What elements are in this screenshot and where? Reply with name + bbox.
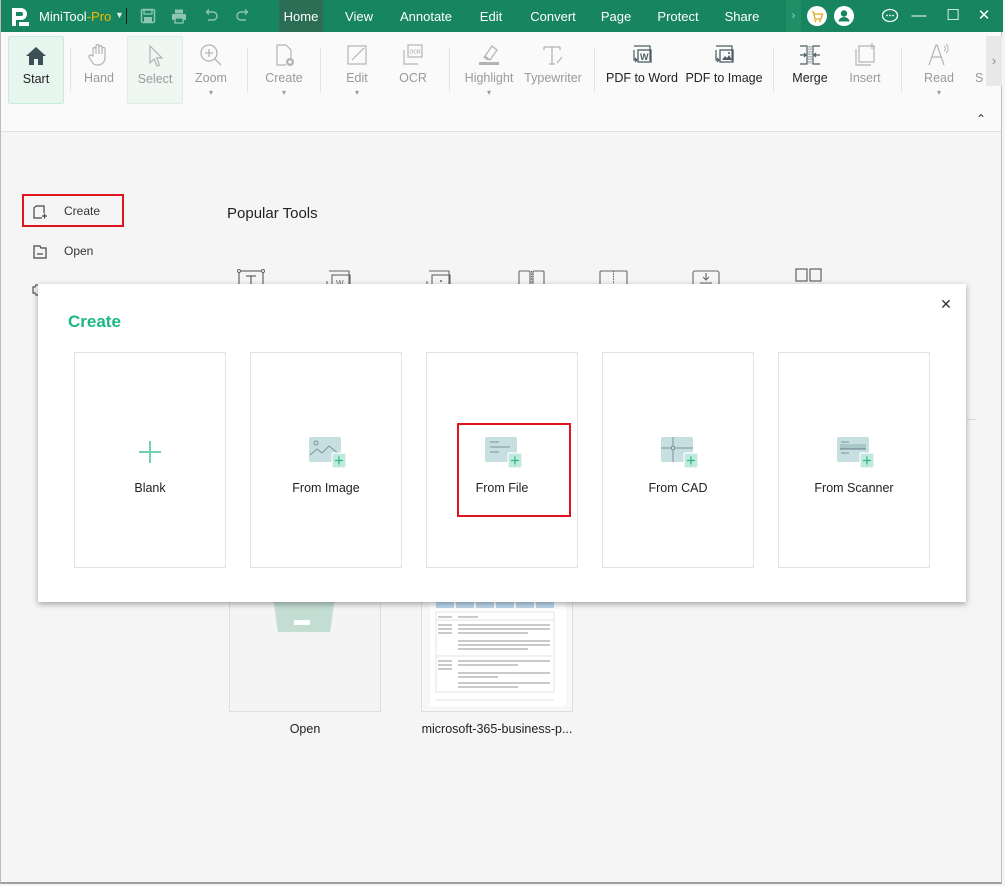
pdf-to-word-icon: W (633, 45, 652, 63)
background-divider (967, 380, 977, 420)
scanner-add-icon (837, 437, 874, 469)
ribbon-highlight-button[interactable]: Highlight ▾ (459, 36, 519, 104)
edit-icon (347, 45, 367, 65)
user-avatar-icon (838, 10, 850, 22)
tab-protect[interactable]: Protect (653, 0, 703, 32)
cart-icon (812, 11, 824, 22)
insert-icon (855, 43, 875, 66)
popular-tools-title: Popular Tools (227, 205, 318, 222)
undo-icon[interactable] (203, 8, 219, 24)
plus-icon (139, 441, 161, 463)
ribbon-insert-button[interactable]: Insert (839, 36, 891, 104)
ribbon-merge-button[interactable]: Merge (783, 36, 837, 104)
create-option-from-cad[interactable]: From CAD (602, 352, 754, 568)
tab-share[interactable]: Share (721, 0, 763, 32)
ribbon-hand-button[interactable]: Hand (73, 36, 125, 104)
create-dropdown-arrow[interactable]: ▾ (257, 88, 311, 97)
ribbon-typewriter-button[interactable]: Typewriter (523, 36, 583, 104)
ribbon-separator (594, 48, 595, 92)
merge-icon (800, 45, 820, 65)
save-icon[interactable] (140, 8, 156, 24)
ribbon-toolbar: Start Hand Select Zoom ▾ Create ▾ Edit ▾ (1, 32, 1002, 132)
app-window: MiniTool-Pro ▼ Home View Annotate Edit C… (0, 0, 1003, 884)
recent-open-label: Open (289, 722, 321, 736)
ribbon-pdf-to-image-button[interactable]: PDF to Image (684, 36, 764, 104)
svg-text:W: W (640, 52, 649, 62)
tab-edit[interactable]: Edit (473, 0, 509, 32)
sidebar-item-open[interactable]: Open (23, 236, 123, 268)
create-highlight-box (22, 194, 124, 227)
app-logo-icon (12, 8, 29, 26)
ribbon-ocr-button[interactable]: OCR OCR (387, 36, 439, 104)
ribbon-select-button[interactable]: Select (127, 36, 183, 104)
app-menu-dropdown[interactable]: ▼ (115, 10, 124, 20)
read-aloud-icon (928, 43, 949, 66)
ribbon-separator (70, 48, 71, 92)
ocr-icon: OCR (403, 44, 423, 65)
print-icon[interactable] (171, 8, 187, 24)
ribbon-separator (449, 48, 450, 92)
redo-icon[interactable] (235, 8, 251, 24)
cad-add-icon (661, 437, 698, 469)
image-add-icon (309, 437, 346, 469)
cart-button[interactable] (807, 6, 827, 26)
read-dropdown-arrow[interactable]: ▾ (913, 88, 965, 97)
tab-home[interactable]: Home (279, 0, 323, 32)
ribbon-truncated-button[interactable]: S (971, 36, 983, 104)
ribbon-create-button[interactable]: Create ▾ (257, 36, 311, 104)
ribbon-separator (773, 48, 774, 92)
tab-convert[interactable]: Convert (525, 0, 581, 32)
ribbon-zoom-button[interactable]: Zoom ▾ (185, 36, 237, 104)
feedback-chat-icon[interactable] (881, 8, 899, 24)
highlight-dropdown-arrow[interactable]: ▾ (459, 88, 519, 97)
typewriter-icon (543, 46, 563, 65)
edit-dropdown-arrow[interactable]: ▾ (331, 88, 383, 97)
create-option-from-image[interactable]: From Image (250, 352, 402, 568)
minimize-button[interactable]: — (905, 0, 933, 32)
close-window-button[interactable]: ✕ (970, 0, 998, 32)
home-icon (26, 47, 46, 65)
maximize-button[interactable]: ☐ (939, 0, 967, 32)
create-file-icon (276, 44, 294, 66)
create-option-blank[interactable]: Blank (74, 352, 226, 568)
ribbon-start-button[interactable]: Start (8, 36, 64, 104)
dialog-title: Create (68, 312, 121, 331)
title-bar: MiniTool-Pro ▼ Home View Annotate Edit C… (1, 0, 1003, 32)
tab-view[interactable]: View (337, 0, 381, 32)
highlight-icon (479, 45, 499, 65)
from-file-highlight-box (457, 423, 571, 517)
title-separator (126, 8, 127, 24)
ribbon-separator (320, 48, 321, 92)
zoom-icon (200, 44, 222, 66)
ribbon-scroll-right-button[interactable]: › (986, 36, 1002, 86)
tab-annotate[interactable]: Annotate (394, 0, 458, 32)
zoom-dropdown-arrow[interactable]: ▾ (185, 88, 237, 97)
ribbon-read-button[interactable]: Read ▾ (913, 36, 965, 104)
open-folder-icon (33, 245, 47, 259)
tab-page[interactable]: Page (597, 0, 635, 32)
more-tabs-button[interactable]: › (786, 0, 801, 32)
cursor-icon (149, 44, 164, 67)
app-name: MiniTool-Pro (39, 9, 112, 24)
create-option-from-scanner[interactable]: From Scanner (778, 352, 930, 568)
ribbon-edit-button[interactable]: Edit ▾ (331, 36, 383, 104)
pdf-to-image-icon (715, 45, 734, 63)
ribbon-separator (247, 48, 248, 92)
ribbon-separator (901, 48, 902, 92)
ribbon-collapse-button[interactable]: ⌃ (976, 112, 986, 126)
svg-text:OCR: OCR (410, 50, 422, 56)
account-button[interactable] (834, 6, 854, 26)
hand-icon (88, 43, 106, 66)
ribbon-pdf-to-word-button[interactable]: W PDF to Word (605, 36, 679, 104)
dialog-close-button[interactable]: ✕ (938, 296, 954, 312)
recent-file-label: microsoft-365-business-p... (421, 722, 573, 736)
